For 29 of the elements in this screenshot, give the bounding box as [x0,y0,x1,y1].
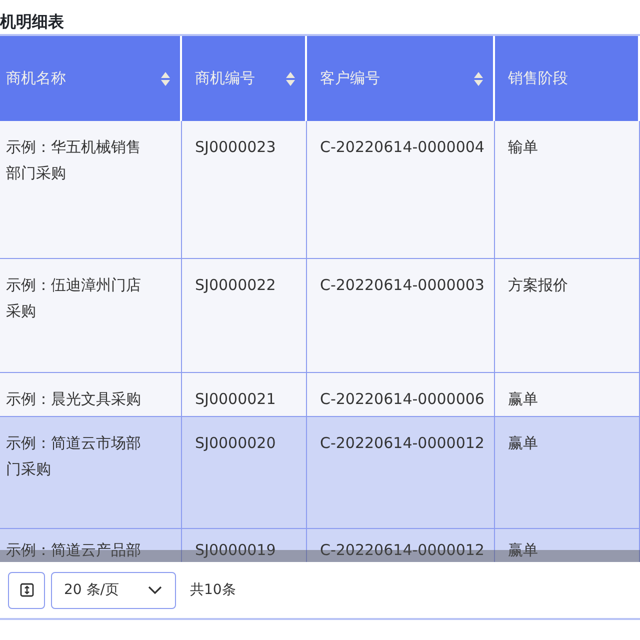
table-cell-text: 示例：伍迪漳州门店采购 [6,275,142,322]
table-cell: SJ0000023 [195,138,276,156]
table-cell: SJ0000021 [195,390,276,408]
table-title: 机明细表 [0,11,65,33]
table-cell: C-20220614-0000003 [320,276,484,294]
table-cell: SJ0000020 [195,434,276,452]
chevron-down-icon [147,585,163,595]
table-cell: C-20220614-0000004 [320,138,484,156]
table-cell: C-20220614-0000012 [320,434,484,452]
expand-vertical-icon [20,583,34,597]
sort-icon[interactable] [474,72,483,86]
table-cell: 输单 [508,138,538,156]
table-cell-text: 示例：华五机械销售部门采购 [6,137,142,184]
table-cell: 方案报价 [508,276,568,294]
table-row[interactable]: 示例：简道云市场部门采购 SJ0000020 C-20220614-0000012 赢单 [0,417,640,529]
table-row[interactable]: 示例：华五机械销售部门采购 SJ0000023 C-20220614-0000004 输单 [0,121,640,259]
page-size-select[interactable]: 20 条/页 [51,572,176,608]
table-row[interactable]: 示例：晨光文具采购 SJ0000021 C-20220614-0000006 赢单 [0,373,640,417]
table-row[interactable]: 示例：伍迪漳州门店采购 SJ0000022 C-20220614-0000003 方案报价 [0,259,640,373]
table-cell: SJ0000022 [195,276,276,294]
table-cell-text: 示例：简道云市场部门采购 [6,433,142,480]
total-count: 共10条 [190,581,236,599]
table-cell: 赢单 [508,434,538,452]
table-cell: 赢单 [508,390,538,408]
table-cell: C-20220614-0000006 [320,390,484,408]
table-cell-text: 示例：晨光文具采购 [6,389,142,410]
row-height-button[interactable] [8,572,45,608]
sort-icon[interactable] [161,72,170,86]
sort-icon[interactable] [286,72,295,86]
